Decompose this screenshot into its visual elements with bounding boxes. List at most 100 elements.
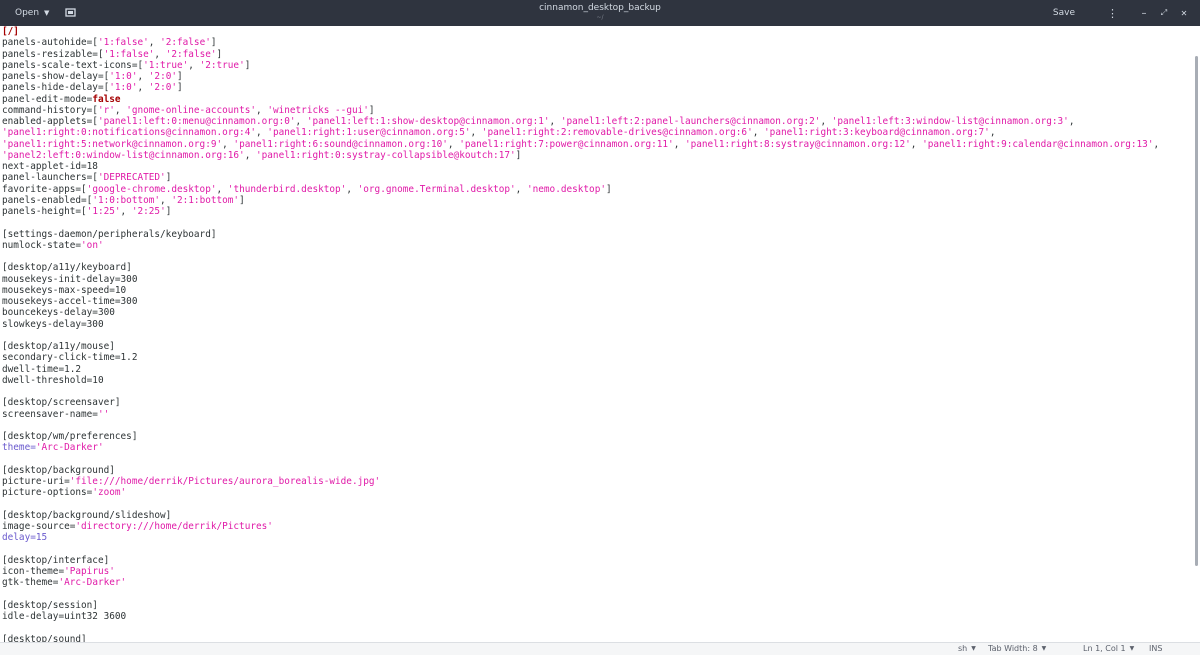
code-line: dwell-time=1.2 [2,364,1159,375]
code-line: panels-resizable=['1:false', '2:false'] [2,49,1159,60]
code-line: icon-theme='Papirus' [2,566,1159,577]
maximize-button[interactable]: ⤢ [1154,3,1174,23]
code-line: [desktop/background/slideshow] [2,510,1159,521]
code-line: panel-launchers=['DEPRECATED'] [2,172,1159,183]
code-token: command-history=[ [2,104,98,116]
code-token: ] [368,104,375,116]
save-button-label: Save [1052,8,1075,18]
open-button[interactable]: Open ▼ [9,3,55,23]
code-token: theme= [2,442,36,454]
close-button[interactable]: ✕ [1174,3,1194,23]
code-token: [settings-daemon/peripherals/keyboard] [2,228,217,240]
code-token: enabled-applets=[ [2,116,98,127]
code-token: '1:false' [103,48,155,60]
code-line: favorite-apps=['google-chrome.desktop', … [2,184,1159,195]
code-token: 'thunderbird.desktop' [227,183,347,195]
language-selector[interactable]: sh ▼ [958,644,976,653]
window-title-area: cinnamon_desktop_backup ~/ [0,3,1200,21]
code-token: panel-edit-mode= [2,93,93,105]
text-editor[interactable]: [/] panels-autohide=['1:false', '2:false'… [0,26,1200,642]
save-button[interactable]: Save [1047,3,1081,23]
code-token: panels-show-delay=[ [2,71,110,82]
code-token: slowkeys-delay=300 [2,318,104,330]
code-token: , [148,37,161,49]
code-token: , [1153,138,1160,150]
code-token: , [820,116,832,127]
code-line: command-history=['r', 'gnome-online-acco… [2,105,1159,116]
code-line: bouncekeys-delay=300 [2,307,1159,318]
insert-mode-label: INS [1149,644,1163,653]
window-title: cinnamon_desktop_backup [539,3,661,13]
code-line: [desktop/screensaver] [2,397,1159,408]
code-token: [desktop/wm/preferences] [2,431,138,442]
code-line: picture-options='zoom' [2,487,1159,498]
vertical-scrollbar[interactable] [1195,56,1198,566]
insert-mode: INS [1149,644,1162,653]
code-token: mousekeys-max-speed=10 [2,284,127,296]
code-token: 'panel1:right:9:calendar@cinnamon.org:13… [922,138,1154,150]
code-line: numlock-state='on' [2,240,1159,251]
code-token: '' [97,408,110,420]
menu-icon: ⋮ [1107,6,1118,20]
header-bar: Open ▼ cinnamon_desktop_backup ~/ Save ⋮… [0,0,1200,26]
code-line: [desktop/wm/preferences] [2,431,1159,442]
code-line: [desktop/interface] [2,555,1159,566]
menu-button[interactable]: ⋮ [1099,3,1126,23]
code-token: [/] [2,26,19,37]
code-token: bouncekeys-delay=300 [2,307,115,319]
code-token: ] [239,194,245,206]
chevron-down-icon: ▼ [1129,645,1135,652]
code-line: dwell-threshold=10 [2,375,1159,386]
status-bar: sh ▼ Tab Width: 8 ▼ Ln 1, Col 1 ▼ INS [0,642,1200,655]
code-view[interactable]: [/] panels-autohide=['1:false', '2:false'… [2,26,1159,642]
code-token: 'DEPRECATED' [97,172,166,184]
tab-width-selector[interactable]: Tab Width: 8 ▼ [988,644,1046,653]
code-token: panels-autohide=[ [2,37,98,49]
code-token: '2:0' [148,82,178,94]
code-token: dwell-time=1.2 [2,363,82,375]
code-token: delay=15 [2,532,48,544]
code-line: mousekeys-accel-time=300 [2,296,1159,307]
code-line: panels-autohide=['1:false', '2:false'] [2,37,1159,48]
code-line: enabled-applets=['panel1:left:0:menu@cin… [2,116,1159,127]
code-line: panels-scale-text-icons=['1:true', '2:tr… [2,60,1159,71]
code-token: , [346,183,358,195]
maximize-icon: ⤢ [1160,8,1168,17]
code-line: panels-height=['1:25', '2:25'] [2,206,1159,217]
code-token: '1:false' [97,37,149,49]
code-token: icon-theme= [2,566,65,577]
code-token: , [188,59,200,71]
code-token: , [752,127,765,139]
code-token: ] [244,59,251,71]
code-token: mousekeys-init-delay=300 [2,273,138,285]
code-token: 'panel1:left:1:show-desktop@cinnamon.org… [306,116,550,127]
code-token: '2:25' [131,206,166,217]
code-token: ] [177,71,183,82]
code-token: 'panel1:right:3:keyboard@cinnamon.org:7' [764,127,990,139]
code-token: , [470,127,482,139]
minimize-button[interactable]: – [1134,3,1154,23]
code-token: 'panel2:left:0:window-list@cinnamon.org:… [2,149,245,161]
code-line: panels-hide-delay=['1:0', '2:0'] [2,82,1159,93]
new-document-button[interactable] [59,3,82,23]
code-line: picture-uri='file:///home/derrik/Picture… [2,476,1159,487]
code-token: [desktop/a11y/keyboard] [2,262,132,274]
code-token: mousekeys-accel-time=300 [2,296,138,307]
code-token: '2:false' [165,48,217,60]
code-token: 'panel1:right:8:systray@cinnamon.org:12' [684,138,911,150]
code-token: false [92,93,121,105]
code-token: 'panel1:right:1:user@cinnamon.org:5' [267,127,471,139]
code-token: , [154,48,166,60]
code-token: , [256,127,268,139]
code-token: [desktop/a11y/mouse] [2,341,115,352]
code-token: numlock-state= [2,239,82,251]
code-token: 'zoom' [92,487,127,499]
cursor-position-label: Ln 1, Col 1 [1083,644,1126,653]
code-token: ] [165,172,172,184]
cursor-position[interactable]: Ln 1, Col 1 ▼ [1083,644,1134,653]
window-subtitle: ~/ [596,14,604,21]
code-token: 'gnome-online-accounts' [126,104,257,116]
code-token: 'Arc-Darker' [35,442,104,454]
